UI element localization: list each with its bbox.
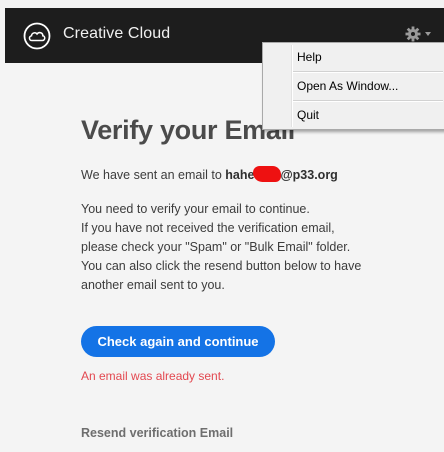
sent-prefix: We have sent an email to	[81, 168, 226, 182]
menu-item-label: Quit	[297, 108, 320, 122]
menu-item-quit[interactable]: Quit	[263, 103, 444, 127]
instruction-line: please check your "Spam" or "Bulk Email"…	[81, 240, 351, 254]
instruction-line: You need to verify your email to continu…	[81, 202, 310, 216]
email-end: @p33.org	[280, 168, 338, 182]
email-address: hahe @p33.org	[225, 166, 338, 182]
menu-item-open-as-window[interactable]: Open As Window...	[263, 74, 444, 98]
gear-icon[interactable]	[405, 26, 421, 42]
instructions-text: You need to verify your email to continu…	[81, 200, 401, 295]
menu-item-help[interactable]: Help	[263, 45, 444, 69]
error-message: An email was already sent.	[81, 369, 225, 383]
settings-context-menu: Help Open As Window... Quit	[262, 42, 444, 130]
menu-separator	[293, 100, 443, 102]
check-again-button[interactable]: Check again and continue	[81, 326, 275, 357]
menu-item-label: Help	[297, 50, 322, 64]
app-title: Creative Cloud	[63, 25, 171, 42]
redaction-mark	[253, 166, 282, 182]
window-top-edge	[0, 0, 444, 8]
instruction-line: another email sent to you.	[81, 278, 225, 292]
resend-verification-link[interactable]: Resend verification Email	[81, 426, 233, 440]
email-sent-message: We have sent an email to hahe @p33.org	[81, 166, 338, 182]
chevron-down-icon[interactable]	[425, 32, 431, 36]
menu-separator	[293, 71, 443, 73]
instruction-line: If you have not received the verificatio…	[81, 221, 335, 235]
menu-item-label: Open As Window...	[297, 79, 399, 93]
instruction-line: You can also click the resend button bel…	[81, 259, 362, 273]
creative-cloud-logo-icon	[23, 22, 51, 50]
email-start: hahe	[225, 168, 255, 182]
